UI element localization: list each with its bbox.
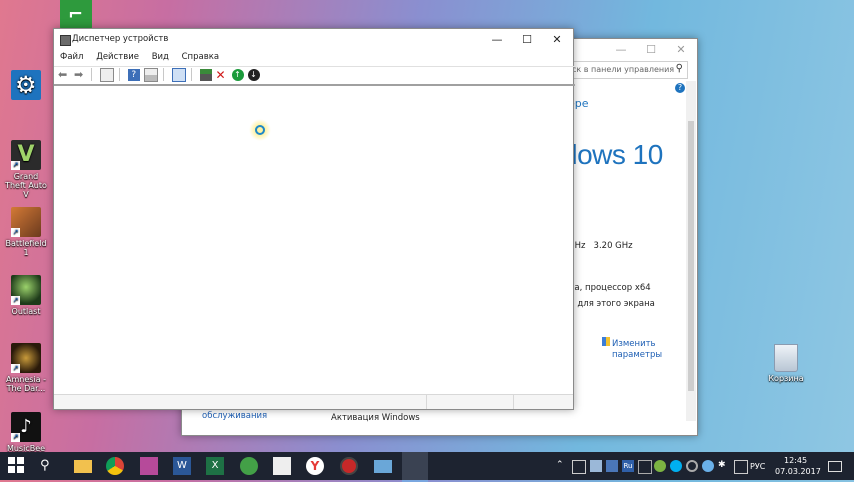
device-manager-window[interactable]: Диспетчер устройств — ☐ ✕ Файл Действие …	[53, 28, 575, 410]
menu-action[interactable]: Действие	[96, 52, 139, 62]
recycle-bin-icon	[774, 344, 798, 372]
gear-icon: ⚙	[15, 71, 37, 99]
search-input[interactable]: ск в панели управления	[572, 65, 674, 74]
word-icon[interactable]: W	[173, 457, 191, 475]
uninstall-icon[interactable]: ✕	[216, 69, 228, 81]
windows-activation-label: Активация Windows	[331, 413, 420, 423]
control-panel-taskbar-icon[interactable]	[374, 460, 392, 473]
list-view-icon[interactable]	[143, 67, 158, 82]
device-tree-pane[interactable]	[54, 86, 573, 394]
update-driver-icon[interactable]	[199, 68, 212, 81]
clapper-icon[interactable]	[273, 457, 291, 475]
battlefield-icon: ↗	[11, 207, 41, 237]
recycle-bin-label: Корзина	[768, 374, 804, 383]
download-icon[interactable]: ↓	[247, 68, 260, 81]
desktop-icon-label: Battlefield 1	[5, 239, 47, 257]
desktop-icon-label: Grand Theft Auto V	[5, 172, 47, 199]
clock-date[interactable]: 07.03.2017	[775, 467, 821, 476]
window-title: Диспетчер устройств	[72, 34, 169, 44]
scrollbar[interactable]	[686, 81, 696, 421]
menu-file[interactable]: Файл	[60, 52, 83, 62]
green-app-icon[interactable]	[240, 457, 258, 475]
language-indicator[interactable]: РУС	[750, 462, 765, 471]
help-icon[interactable]: ?	[675, 83, 685, 93]
tray-green-icon[interactable]	[654, 460, 666, 472]
tray-skype-icon[interactable]	[670, 460, 682, 472]
tray-sync-icon[interactable]	[686, 460, 698, 472]
tray-image-icon[interactable]	[572, 460, 586, 474]
menu-view[interactable]: Вид	[152, 52, 169, 62]
record-icon[interactable]	[340, 457, 358, 475]
desktop-icon-gta[interactable]: V ↗ Grand Theft Auto V	[3, 140, 49, 199]
save-app-icon[interactable]	[140, 457, 158, 475]
yandex-browser-icon[interactable]: Y	[306, 457, 324, 475]
tree-view-icon[interactable]	[99, 67, 114, 82]
musicbee-icon: ♪ ↗	[11, 412, 41, 442]
desktop-icon-amnesia[interactable]: ↗ Amnesia - The Dar...	[3, 343, 49, 393]
shield-icon	[602, 337, 610, 346]
tray-bluetooth-icon[interactable]: ✱	[718, 460, 730, 472]
taskbar: ⚲ W X Y ⌃ Ru ✱ РУС 12:45 07.03.2017	[0, 452, 854, 482]
menu-bar: Файл Действие Вид Справка	[60, 52, 229, 64]
amnesia-icon: ↗	[11, 343, 41, 373]
search-icon[interactable]: ⚲	[40, 457, 58, 475]
file-explorer-icon[interactable]	[74, 460, 92, 473]
device-manager-icon	[60, 35, 71, 46]
scan-icon[interactable]: ↑	[231, 68, 244, 81]
device-manager-taskbar-icon[interactable]	[402, 452, 428, 482]
monitor-icon[interactable]	[171, 67, 186, 82]
chrome-icon[interactable]	[106, 457, 124, 475]
change-settings-link[interactable]: Изменить параметры	[602, 337, 662, 361]
tray-chevron-icon[interactable]: ⌃	[556, 460, 568, 472]
close-button[interactable]: ✕	[542, 29, 572, 51]
maximize-button[interactable]: ☐	[636, 39, 666, 61]
search-icon[interactable]: ⚲	[676, 63, 683, 74]
status-bar	[54, 394, 573, 409]
gta-v-icon: V ↗	[11, 140, 41, 170]
desktop-icon-label: Outlast	[11, 307, 41, 316]
desktop-icon-label: Amnesia - The Dar...	[6, 375, 46, 393]
back-icon[interactable]: ⬅	[58, 68, 70, 81]
toolbar: ⬅ ➡ ? ✕ ↑ ↓	[54, 66, 575, 86]
tray-app-icon[interactable]	[606, 460, 618, 472]
maximize-button[interactable]: ☐	[512, 29, 542, 51]
desktop-icon-battlefield[interactable]: ↗ Battlefield 1	[3, 207, 49, 257]
camtasia-icon: ⌐	[68, 4, 84, 25]
clock-time[interactable]: 12:45	[784, 456, 807, 465]
tray-wifi-icon[interactable]	[702, 460, 714, 472]
tray-check-icon[interactable]	[638, 460, 652, 474]
system-type: ма, процессор x64	[568, 283, 651, 293]
forward-icon[interactable]: ➡	[74, 68, 86, 81]
scrollbar-thumb[interactable]	[688, 121, 694, 391]
tray-display-icon[interactable]	[734, 460, 748, 474]
maintenance-link[interactable]: обслуживания	[202, 411, 267, 421]
minimize-button[interactable]: —	[606, 39, 636, 61]
pen-touch: ы для этого экрана	[568, 299, 655, 309]
notification-icon[interactable]	[828, 461, 842, 472]
control-panel-search[interactable]: ск в панели управления ⚲	[568, 61, 688, 79]
minimize-button[interactable]: —	[482, 29, 512, 51]
loading-cursor-icon	[249, 119, 271, 141]
desktop-icon-outlast[interactable]: ↗ Outlast	[3, 275, 49, 316]
outlast-icon: ↗	[11, 275, 41, 305]
recycle-bin[interactable]: Корзина	[760, 344, 812, 383]
close-button[interactable]: ✕	[666, 39, 696, 61]
start-button[interactable]	[8, 457, 26, 475]
excel-icon[interactable]: X	[206, 457, 224, 475]
properties-icon[interactable]: ?	[127, 68, 140, 81]
windows-10-logo: dows 10	[562, 139, 663, 170]
cpu-speed: GHz 3.20 GHz	[568, 241, 633, 251]
menu-help[interactable]: Справка	[182, 52, 219, 62]
tray-ru-icon[interactable]: Ru	[622, 460, 634, 472]
desktop-icon-musicbee[interactable]: ♪ ↗ MusicBee	[3, 412, 49, 453]
tray-network-icon[interactable]	[590, 460, 602, 472]
desktop-icon-top[interactable]: ⌐	[60, 0, 92, 30]
settings-shortcut[interactable]: ⚙	[3, 70, 49, 102]
device-manager-titlebar: Диспетчер устройств — ☐ ✕	[54, 29, 573, 51]
